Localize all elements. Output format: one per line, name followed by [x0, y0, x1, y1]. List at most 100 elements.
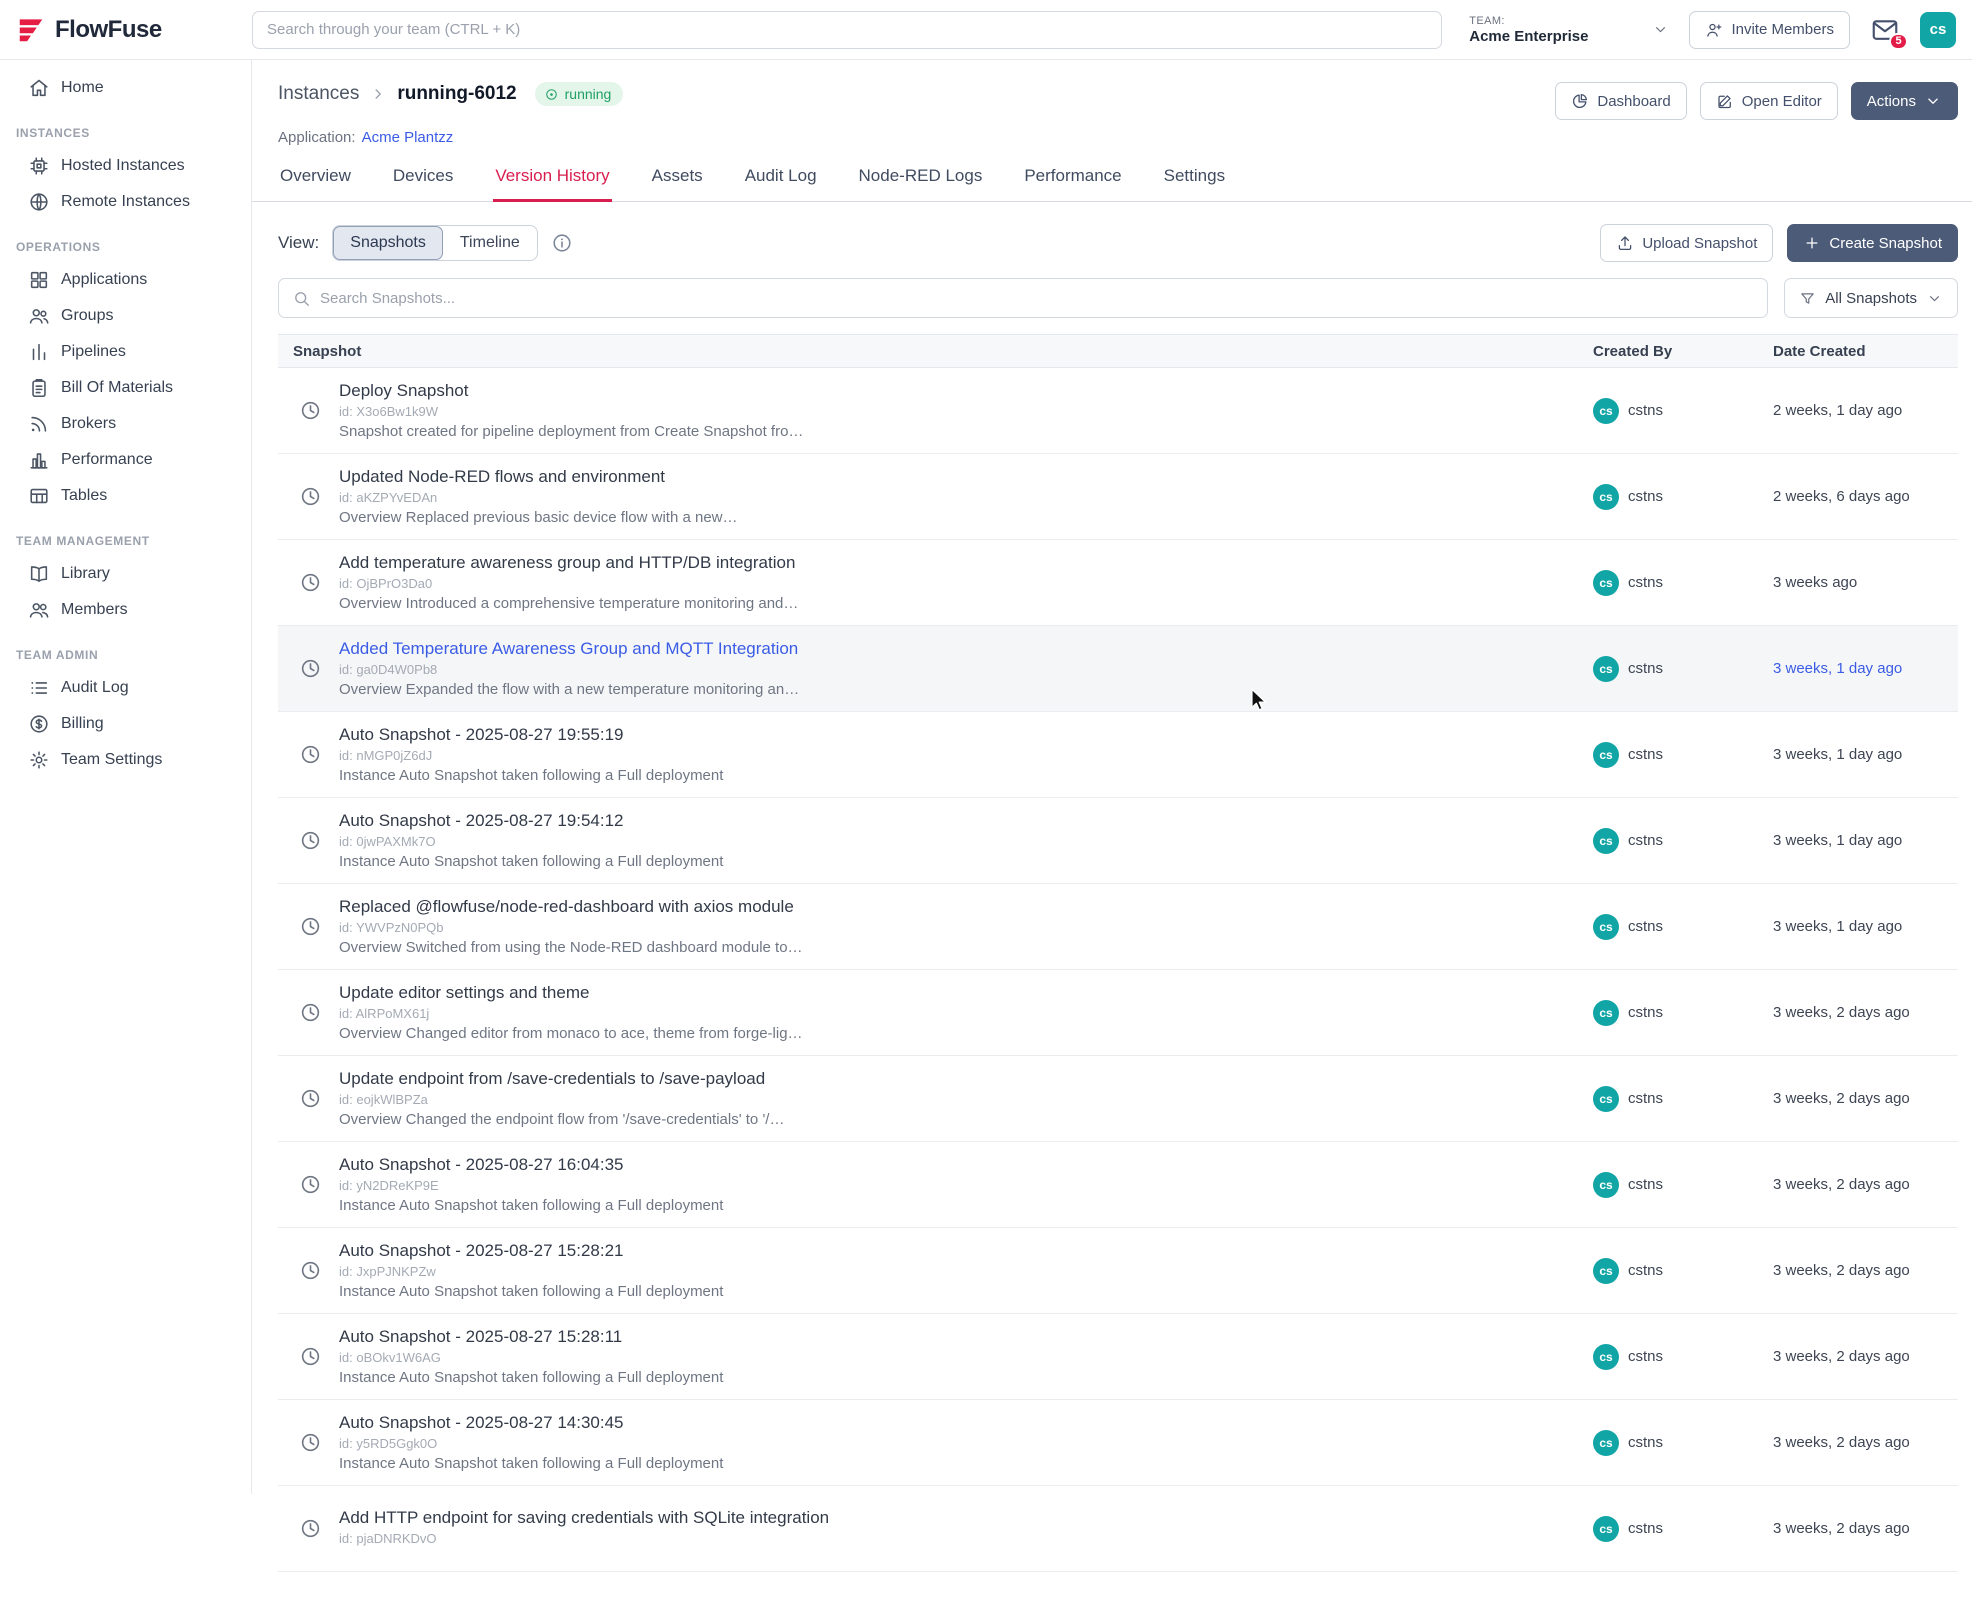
invite-members-button[interactable]: Invite Members [1689, 11, 1850, 49]
snapshot-title[interactable]: Add temperature awareness group and HTTP… [339, 553, 798, 573]
table-row[interactable]: Replaced @flowfuse/node-red-dashboard wi… [278, 884, 1958, 970]
create-snapshot-button[interactable]: Create Snapshot [1787, 224, 1958, 262]
breadcrumb-instances-link[interactable]: Instances [278, 83, 359, 105]
snapshot-description: Snapshot created for pipeline deployment… [339, 423, 803, 440]
tab-overview[interactable]: Overview [278, 160, 353, 202]
tab-performance[interactable]: Performance [1022, 160, 1123, 202]
snapshot-description: Overview Replaced previous basic device … [339, 509, 738, 526]
author-name: cstns [1628, 1348, 1663, 1365]
snapshot-search-input[interactable] [320, 290, 1754, 307]
view-segment-snapshots[interactable]: Snapshots [333, 226, 443, 260]
application-label: Application: [278, 129, 356, 146]
sidebar-item-applications[interactable]: Applications [0, 262, 251, 298]
view-segment-timeline[interactable]: Timeline [443, 226, 537, 260]
tab-settings[interactable]: Settings [1162, 160, 1227, 202]
sidebar-item-pipelines[interactable]: Pipelines [0, 334, 251, 370]
table-row[interactable]: Auto Snapshot - 2025-08-27 16:04:35id: y… [278, 1142, 1958, 1228]
table-row[interactable]: Updated Node-RED flows and environmentid… [278, 454, 1958, 540]
snapshot-title[interactable]: Auto Snapshot - 2025-08-27 14:30:45 [339, 1413, 723, 1433]
tab-assets[interactable]: Assets [650, 160, 705, 202]
snapshot-title[interactable]: Update editor settings and theme [339, 983, 803, 1003]
date-created-cell: 2 weeks, 6 days ago [1773, 488, 1958, 505]
application-link[interactable]: Acme Plantzz [362, 129, 454, 146]
tab-devices[interactable]: Devices [391, 160, 455, 202]
sidebar-item-performance[interactable]: Performance [0, 442, 251, 478]
sidebar-item-bill-of-materials[interactable]: Bill Of Materials [0, 370, 251, 406]
date-created-cell: 3 weeks, 2 days ago [1773, 1520, 1958, 1537]
tab-node-red-logs[interactable]: Node-RED Logs [857, 160, 985, 202]
actions-button[interactable]: Actions [1851, 82, 1958, 120]
author-avatar: cs [1593, 1172, 1619, 1198]
flowfuse-logo[interactable]: FlowFuse [16, 15, 252, 45]
snapshot-title[interactable]: Auto Snapshot - 2025-08-27 19:54:12 [339, 811, 723, 831]
table-row[interactable]: Added Temperature Awareness Group and MQ… [278, 626, 1958, 712]
sidebar-item-remote-instances[interactable]: Remote Instances [0, 184, 251, 220]
sidebar-item-groups[interactable]: Groups [0, 298, 251, 334]
table-row[interactable]: Auto Snapshot - 2025-08-27 19:55:19id: n… [278, 712, 1958, 798]
sidebar-item-tables[interactable]: Tables [0, 478, 251, 514]
author-name: cstns [1628, 1004, 1663, 1021]
snapshot-title[interactable]: Add HTTP endpoint for saving credentials… [339, 1508, 829, 1528]
snapshot-filter-dropdown[interactable]: All Snapshots [1784, 278, 1958, 318]
snapshot-title[interactable]: Auto Snapshot - 2025-08-27 15:28:21 [339, 1241, 723, 1261]
date-created-cell: 3 weeks, 2 days ago [1773, 1004, 1958, 1021]
upload-snapshot-button[interactable]: Upload Snapshot [1600, 224, 1773, 262]
column-header-snapshot: Snapshot [278, 343, 1593, 360]
sidebar-item-brokers[interactable]: Brokers [0, 406, 251, 442]
table-row[interactable]: Auto Snapshot - 2025-08-27 15:28:21 id: J… [278, 1228, 1958, 1314]
sidebar-item-hosted-instances[interactable]: Hosted Instances [0, 148, 251, 184]
info-icon[interactable] [551, 232, 573, 254]
top-header: FlowFuse TEAM: Acme Enterprise Invite Me… [0, 0, 1972, 60]
created-by-cell: cscstns [1593, 1000, 1773, 1026]
notifications-button[interactable]: 5 [1870, 15, 1900, 45]
team-selector[interactable]: TEAM: Acme Enterprise [1469, 15, 1669, 45]
user-avatar[interactable]: cs [1920, 12, 1956, 48]
snapshot-title[interactable]: Updated Node-RED flows and environment [339, 467, 738, 487]
table-row[interactable]: Update endpoint from /save-credentials t… [278, 1056, 1958, 1142]
sidebar-item-billing[interactable]: Billing [0, 706, 251, 742]
created-by-cell: cscstns [1593, 1172, 1773, 1198]
open-editor-button[interactable]: Open Editor [1700, 82, 1838, 120]
sidebar-item-label: Pipelines [61, 343, 126, 361]
sidebar-item-library[interactable]: Library [0, 556, 251, 592]
snapshot-title[interactable]: Deploy Snapshot [339, 381, 803, 401]
tab-version-history[interactable]: Version History [493, 160, 611, 202]
snapshot-title[interactable]: Auto Snapshot - 2025-08-27 16:04:35 [339, 1155, 723, 1175]
sidebar-item-team-settings[interactable]: Team Settings [0, 742, 251, 778]
table-row[interactable]: Update editor settings and themeid: AlRP… [278, 970, 1958, 1056]
chart-pie-icon [1571, 92, 1589, 110]
table-row[interactable]: Deploy Snapshotid: X3o6Bw1k9WSnapshot cr… [278, 368, 1958, 454]
table-row[interactable]: Auto Snapshot - 2025-08-27 15:28:11id: o… [278, 1314, 1958, 1400]
clock-icon [299, 571, 322, 594]
snapshot-title[interactable]: Replaced @flowfuse/node-red-dashboard wi… [339, 897, 803, 917]
date-created-cell: 3 weeks, 2 days ago [1773, 1090, 1958, 1107]
sidebar-item-members[interactable]: Members [0, 592, 251, 628]
snapshot-id: id: pjaDNRKDvO [339, 1531, 829, 1546]
sidebar-item-label: Tables [61, 487, 107, 505]
user-plus-icon [1705, 21, 1723, 39]
sidebar-item-home[interactable]: Home [0, 70, 251, 106]
sidebar-item-audit-log[interactable]: Audit Log [0, 670, 251, 706]
table-row[interactable]: Add temperature awareness group and HTTP… [278, 540, 1958, 626]
snapshot-title[interactable]: Auto Snapshot - 2025-08-27 19:55:19 [339, 725, 723, 745]
snapshot-title[interactable]: Update endpoint from /save-credentials t… [339, 1069, 784, 1089]
table-row[interactable]: Auto Snapshot - 2025-08-27 19:54:12id: 0… [278, 798, 1958, 884]
table-icon [28, 485, 50, 507]
snapshot-description: Overview Changed the endpoint flow from … [339, 1111, 784, 1128]
users-icon [28, 599, 50, 621]
snapshot-title[interactable]: Auto Snapshot - 2025-08-27 15:28:11 [339, 1327, 723, 1347]
app-root: FlowFuse TEAM: Acme Enterprise Invite Me… [0, 0, 1972, 1598]
snapshot-cell: Update editor settings and themeid: AlRP… [278, 983, 1593, 1042]
snapshot-description: Instance Auto Snapshot taken following a… [339, 1197, 723, 1214]
tab-audit-log[interactable]: Audit Log [743, 160, 819, 202]
table-row[interactable]: Auto Snapshot - 2025-08-27 14:30:45id: y… [278, 1400, 1958, 1486]
snapshot-cell: Auto Snapshot - 2025-08-27 15:28:21 id: J… [278, 1241, 1593, 1300]
global-search-input[interactable] [252, 11, 1442, 49]
snapshot-title[interactable]: Added Temperature Awareness Group and MQ… [339, 639, 799, 659]
snapshot-cell: Update endpoint from /save-credentials t… [278, 1069, 1593, 1128]
dashboard-button[interactable]: Dashboard [1555, 82, 1686, 120]
snapshot-id: id: eojkWlBPZa [339, 1092, 784, 1107]
snapshot-description: Instance Auto Snapshot taken following a… [339, 1283, 723, 1300]
table-row[interactable]: Add HTTP endpoint for saving credentials… [278, 1486, 1958, 1572]
snapshot-id: id: JxpPJNKPZw [339, 1264, 723, 1279]
